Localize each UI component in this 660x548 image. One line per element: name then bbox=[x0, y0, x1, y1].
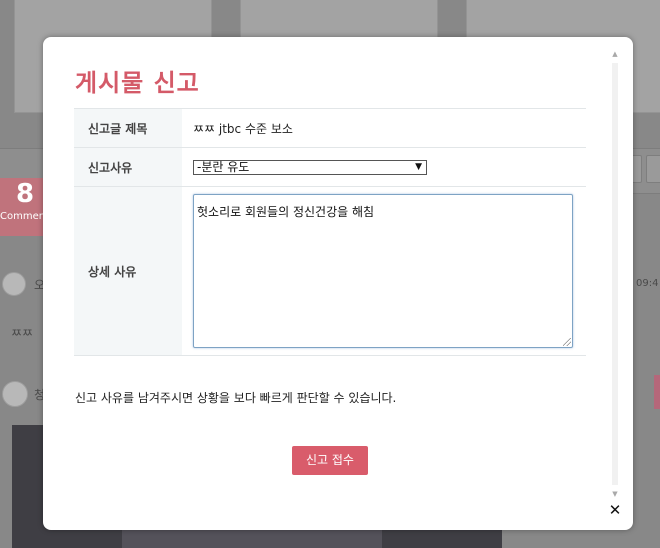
row-detail-reason: 상세 사유 헛소리로 회원들의 정신건강을 해침 bbox=[74, 186, 586, 356]
post-title-label: 신고글 제목 bbox=[74, 108, 182, 148]
report-form-table: 신고글 제목 ㅉㅉ jtbc 수준 보소 신고사유 -분란 유도 ▼ 상세 사유… bbox=[74, 108, 586, 356]
comment-text: ㅉㅉ bbox=[11, 326, 34, 340]
bg-like-button bbox=[654, 375, 660, 409]
report-reason-cell: -분란 유도 ▼ bbox=[182, 147, 586, 187]
report-modal: 게시물 신고 신고글 제목 ㅉㅉ jtbc 수준 보소 신고사유 -분란 유도 … bbox=[43, 37, 633, 530]
modal-title: 게시물 신고 bbox=[75, 69, 200, 97]
report-reason-select[interactable]: -분란 유도 ▼ bbox=[193, 159, 427, 175]
detail-reason-textarea[interactable]: 헛소리로 회원들의 정신건강을 해침 bbox=[193, 194, 573, 348]
detail-reason-text: 헛소리로 회원들의 정신건강을 해침 bbox=[197, 205, 375, 219]
scroll-thumb[interactable] bbox=[612, 63, 618, 485]
bg-toolbar-button bbox=[646, 155, 660, 183]
close-icon[interactable]: ✕ bbox=[607, 502, 623, 518]
detail-reason-cell: 헛소리로 회원들의 정신건강을 해침 bbox=[182, 186, 586, 356]
detail-reason-label: 상세 사유 bbox=[74, 186, 182, 356]
modal-scrollbar[interactable]: ▲ ▼ bbox=[610, 49, 620, 499]
report-reason-label: 신고사유 bbox=[74, 147, 182, 187]
comment-time: 09:4 bbox=[636, 278, 659, 289]
dropdown-arrow-icon: ▼ bbox=[415, 161, 422, 172]
scroll-down-icon[interactable]: ▼ bbox=[610, 489, 620, 499]
row-report-reason: 신고사유 -분란 유도 ▼ bbox=[74, 147, 586, 187]
post-title-value: ㅉㅉ jtbc 수준 보소 bbox=[182, 108, 586, 148]
report-reason-selected: -분란 유도 bbox=[197, 159, 250, 174]
row-post-title: 신고글 제목 ㅉㅉ jtbc 수준 보소 bbox=[74, 108, 586, 148]
submit-report-button[interactable]: 신고 접수 bbox=[292, 446, 368, 475]
avatar bbox=[2, 381, 28, 407]
scroll-up-icon[interactable]: ▲ bbox=[610, 49, 620, 59]
resize-grip-icon[interactable] bbox=[563, 338, 571, 346]
avatar bbox=[2, 272, 26, 296]
notice-text: 신고 사유를 남겨주시면 상황을 보다 빠르게 판단할 수 있습니다. bbox=[75, 391, 397, 405]
